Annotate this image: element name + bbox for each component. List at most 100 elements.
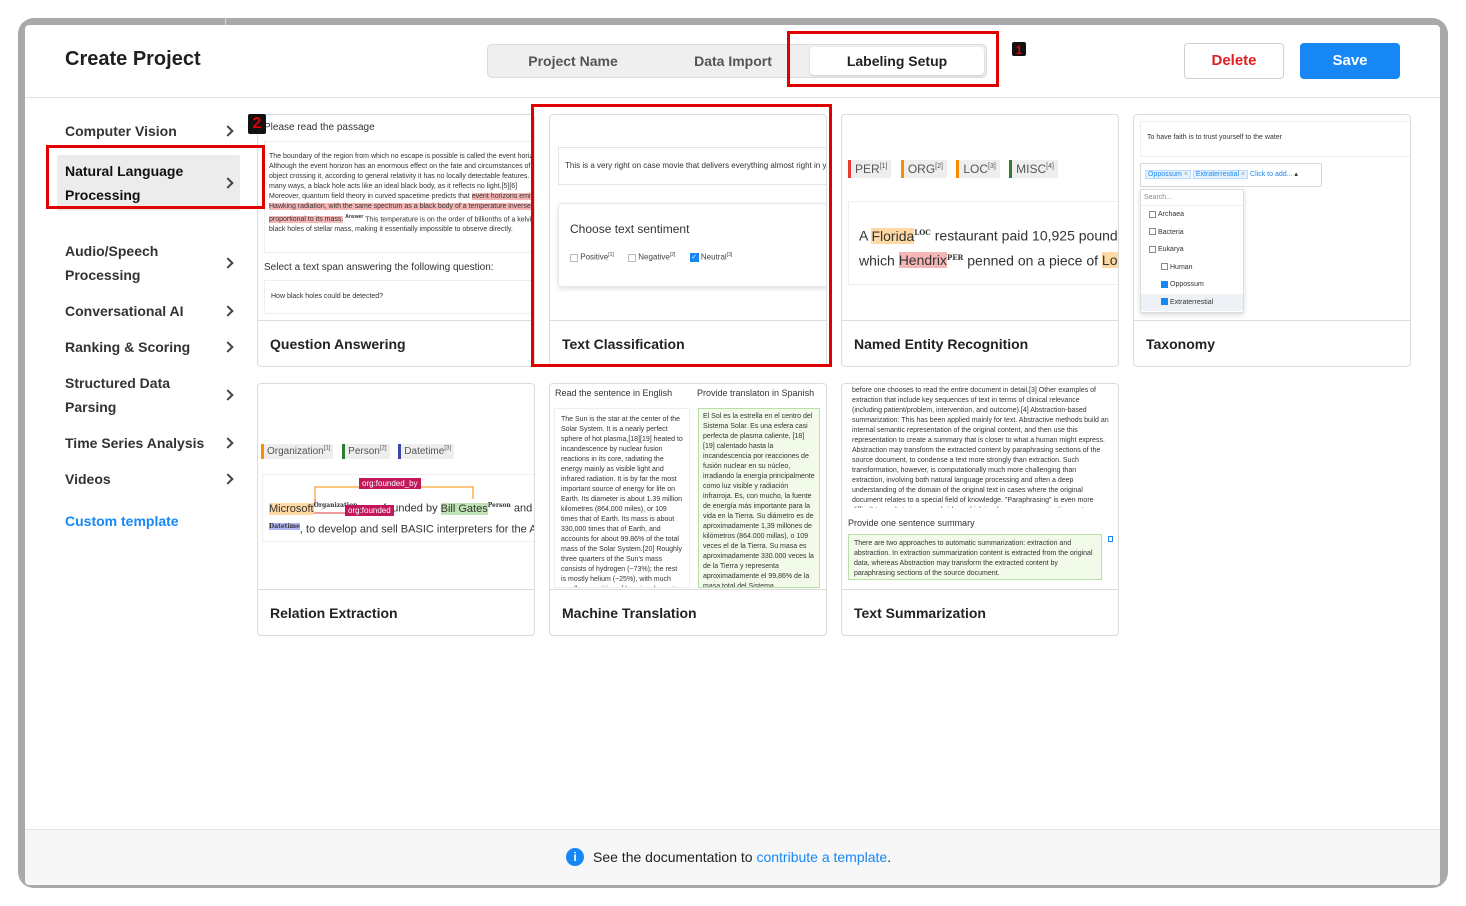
re-text: MicrosoftOrganization was founded by Bil… [269,502,534,536]
save-button[interactable]: Save [1300,43,1400,79]
tax-select[interactable]: Oppossum × Extraterrestial × Click to ad… [1140,163,1322,187]
qa-prompt: Please read the passage [264,122,375,133]
template-card-machine-translation[interactable]: Read the sentence in English Provide tra… [549,383,827,636]
card-preview: Read the sentence in English Provide tra… [550,384,826,589]
checkbox[interactable] [1149,245,1156,253]
chevron-right-icon [222,389,234,401]
ts-summary-input[interactable]: There are two approaches to automatic su… [848,534,1102,580]
mt-translation-input[interactable]: El Sol es la estrella en el centro del S… [698,408,820,588]
template-card-ner[interactable]: PER[1] ORG[2] LOC[3] MISC[4] A FloridaLO… [841,114,1119,367]
sidebar-item-label: Conversational AI [65,303,184,319]
checkbox-checked[interactable] [1161,280,1168,288]
card-title: Taxonomy [1134,320,1410,366]
sidebar-item-structured-data[interactable]: Structured Data Parsing [65,371,240,419]
card-preview: PER[1] ORG[2] LOC[3] MISC[4] A FloridaLO… [842,115,1118,320]
tax-tree-item[interactable]: Extraterrestial [1141,293,1243,311]
template-card-text-summarization[interactable]: before one chooses to read the entire do… [841,383,1119,636]
sidebar-item-ranking-scoring[interactable]: Ranking & Scoring [65,335,240,359]
qa-question: How black holes could be detected? [264,280,534,314]
card-preview: To have faith is to trust yourself to th… [1134,115,1410,320]
qa-passage: The boundary of the region from which no… [264,141,534,253]
sidebar-item-computer-vision[interactable]: Computer Vision [65,119,240,143]
annotation-badge-1: 1 [1012,42,1026,57]
card-preview: before one chooses to read the entire do… [842,384,1118,589]
ts-document: before one chooses to read the entire do… [852,387,1109,508]
sidebar-item-label: Time Series Analysis [65,435,205,451]
header: Create Project Project Name Data Import … [25,25,1440,98]
annotation-box-text-classification [531,104,832,367]
tax-tree-label: Extraterrestial [1170,298,1214,306]
sidebar-item-videos[interactable]: Videos [65,467,240,491]
tax-text: To have faith is to trust yourself to th… [1140,121,1410,157]
sidebar-item-label: Videos [65,471,111,487]
re-label-organization: Organization[1] [261,444,334,460]
sidebar-item-label: Ranking & Scoring [65,339,191,355]
chevron-right-icon [222,257,234,269]
tax-search-input[interactable]: Search... [1141,190,1243,206]
ner-label-misc: MISC[4] [1009,160,1058,178]
card-preview: Organization[1] Person[2] Datetime[3] or… [258,384,534,589]
relation-label: org:founded [345,505,394,516]
tab-data-import[interactable]: Data Import [658,45,808,77]
tax-tree-label: Bacteria [1158,228,1184,236]
checkbox[interactable] [1149,228,1156,236]
annotation-box-labeling-setup [787,31,999,87]
mt-head-es: Provide translaton in Spanish [697,388,815,398]
tax-dropdown: Search... Archaea Bacteria Eukarya Human Opp… [1140,189,1244,313]
info-icon: i [566,848,584,866]
card-title: Question Answering [258,320,534,366]
footer-text: See the documentation to contribute a te… [593,849,892,865]
card-title: Text Summarization [842,589,1118,635]
mt-source: The Sun is the star at the center of the… [554,408,690,588]
delete-button[interactable]: Delete [1184,43,1284,79]
custom-template-link[interactable]: Custom template [65,513,179,529]
checkbox-checked[interactable] [1161,298,1168,306]
tax-tree-item[interactable]: Bacteria [1141,224,1243,242]
chevron-right-icon [222,305,234,317]
tax-tree-label: Archaea [1158,211,1185,218]
tax-chip: Oppossum × [1145,170,1191,179]
ner-label-org: ORG[2] [900,160,947,178]
tax-tree-item[interactable]: Oppossum [1141,276,1243,294]
checkbox[interactable] [1161,263,1168,271]
tax-tree-item[interactable]: Human [1141,259,1243,277]
tax-tree-item[interactable]: Eukarya [1141,241,1243,259]
sidebar-item-conversational-ai[interactable]: Conversational AI [65,299,240,323]
re-text-area: org:founded_by org:founded MicrosoftOrga… [262,474,534,542]
mt-head-en: Read the sentence in English [555,388,673,398]
ner-label-loc: LOC[3] [956,160,1000,178]
re-label-person: Person[2] [342,444,390,460]
sidebar-item-audio-speech[interactable]: Audio/Speech Processing [65,239,240,287]
sidebar-item-time-series[interactable]: Time Series Analysis [65,431,240,455]
template-card-relation-extraction[interactable]: Organization[1] Person[2] Datetime[3] or… [257,383,535,636]
card-title: Named Entity Recognition [842,320,1118,366]
ts-summary-label: Provide one sentence summary [848,518,975,528]
divider [225,18,226,25]
annotation-box-nlp [46,145,265,209]
tax-tree: Archaea Bacteria Eukarya Human Oppossum Extra… [1141,206,1243,311]
page-title: Create Project [65,48,201,70]
tax-tree-label: Human [1170,263,1193,271]
re-label-datetime: Datetime[3] [398,444,454,460]
template-card-question-answering[interactable]: Please read the passage The boundary of … [257,114,535,367]
card-preview: Please read the passage The boundary of … [258,115,534,320]
checkbox[interactable] [1149,210,1156,218]
qa-question-label: Select a text span answering the followi… [264,262,494,273]
ner-label-per: PER[1] [848,160,892,178]
template-card-taxonomy[interactable]: To have faith is to trust yourself to th… [1133,114,1411,367]
chevron-right-icon [222,125,234,137]
re-labels: Organization[1] Person[2] Datetime[3] [261,444,454,460]
footer: i See the documentation to contribute a … [25,829,1440,885]
ner-labels: PER[1] ORG[2] LOC[3] MISC[4] [848,160,1058,178]
relation-label: org:founded_by [359,478,421,489]
tab-project-name[interactable]: Project Name [488,45,658,77]
tax-tree-item[interactable]: Archaea [1141,206,1243,224]
chevron-right-icon [222,437,234,449]
tax-chip: Extraterrestial × [1192,170,1249,179]
contribute-template-link[interactable]: contribute a template [756,849,887,865]
trash-icon[interactable] [1108,536,1113,542]
sidebar-item-label: Computer Vision [65,123,177,139]
chevron-right-icon [222,473,234,485]
annotation-badge-2: 2 [248,114,266,134]
card-title: Relation Extraction [258,589,534,635]
